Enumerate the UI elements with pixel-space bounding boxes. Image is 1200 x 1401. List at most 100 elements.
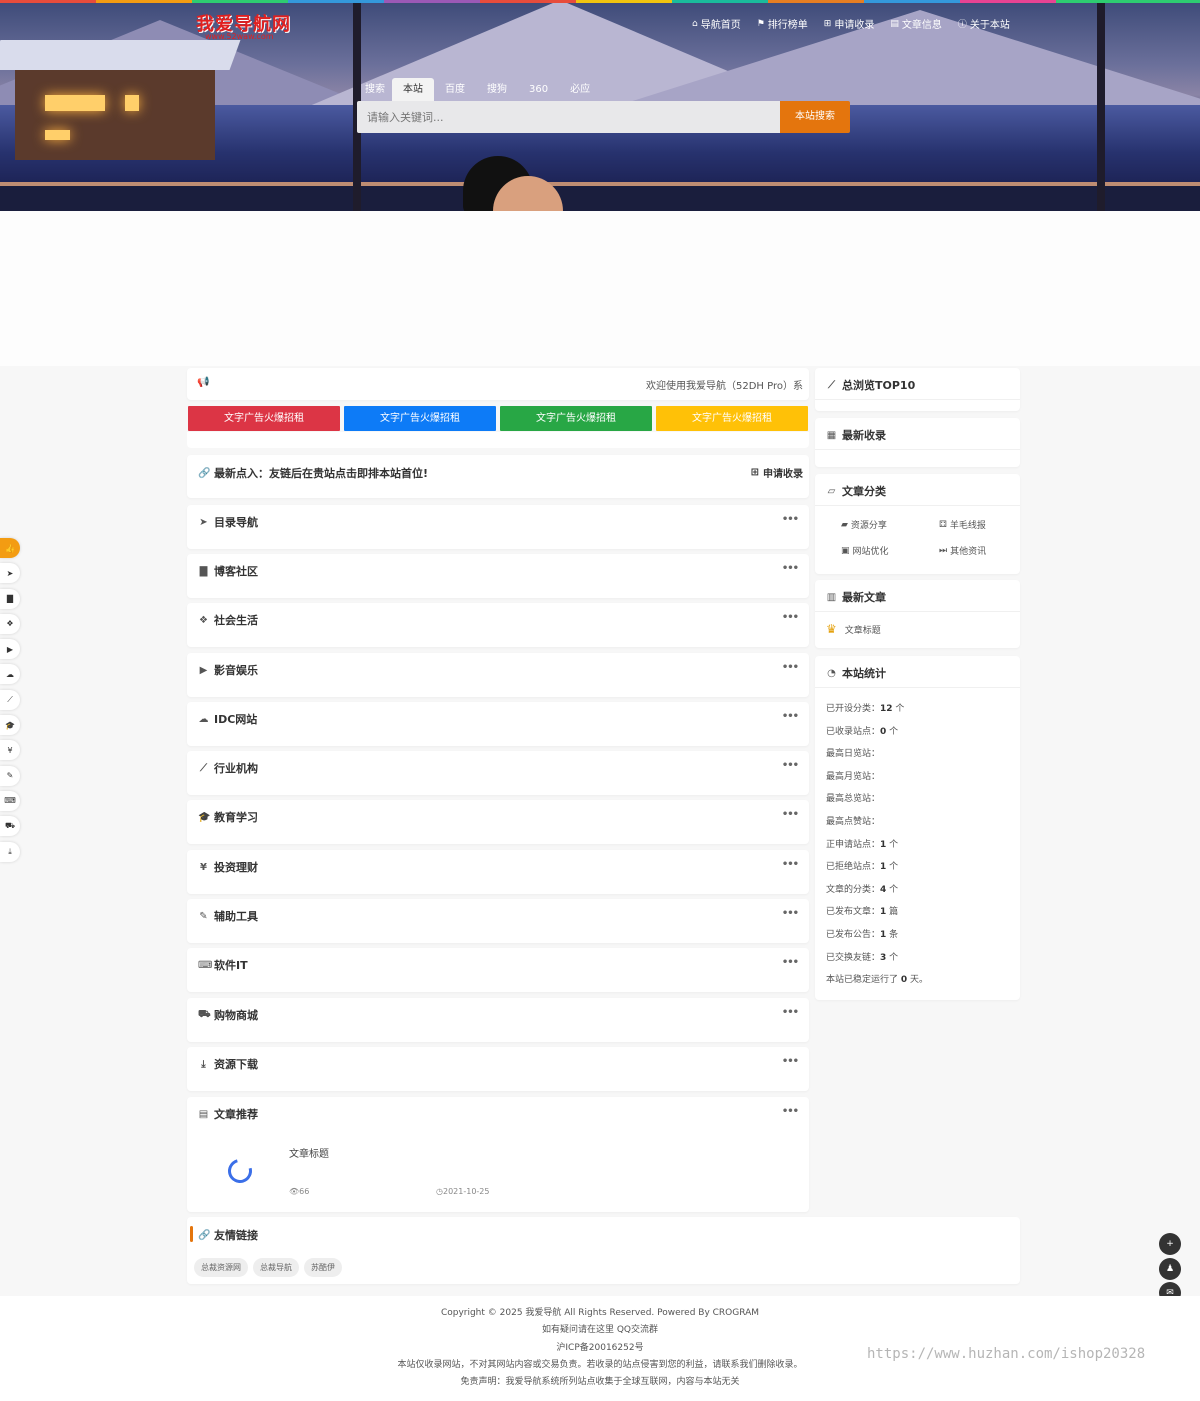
category-title[interactable]: 教育学习: [214, 809, 258, 825]
stat-row: 最高月览站：: [826, 771, 928, 794]
nav-item-label: 排行榜单: [767, 20, 808, 31]
file-icon[interactable]: ▇: [0, 588, 20, 609]
search-button[interactable]: 本站搜索: [780, 101, 850, 133]
stat-row: 文章的分类：4 个: [826, 884, 928, 907]
search-tab-4[interactable]: 必应: [559, 78, 601, 101]
more-icon[interactable]: •••: [782, 760, 799, 771]
category-header: ⤓ 资源下载: [198, 1056, 258, 1072]
footer-line-1: 如有疑问请在这里 QQ交流群: [541, 1325, 659, 1336]
search-tab-3[interactable]: 360: [518, 78, 559, 101]
stat-unit: 个: [886, 884, 899, 895]
more-icon[interactable]: •••: [782, 612, 799, 623]
youtube-icon[interactable]: ▶: [0, 639, 20, 660]
apply-listing-button[interactable]: ⊞ 申请收录: [751, 465, 803, 480]
graduation-cap-icon[interactable]: 🎓: [0, 715, 20, 736]
article-category-link[interactable]: ▰ 资源分享: [841, 518, 939, 532]
cubes-icon[interactable]: ❖: [0, 613, 20, 634]
nav-item-3[interactable]: ▤ 文章信息: [890, 16, 942, 32]
friend-link[interactable]: 苏酷伊: [304, 1258, 342, 1277]
more-icon[interactable]: •••: [782, 1106, 799, 1117]
more-icon[interactable]: •••: [782, 1007, 799, 1018]
footer-line-0: Copyright © 2025 我爱导航 All Rights Reserve…: [440, 1308, 760, 1318]
category-title[interactable]: 投资理财: [214, 859, 258, 875]
pie-chart-icon: ◔: [827, 667, 836, 679]
article-category-link[interactable]: ⏭ 其他资讯: [939, 544, 1019, 558]
category-title[interactable]: 购物商城: [214, 1007, 258, 1023]
stat-row: 已拒绝站点：1 个: [826, 861, 928, 884]
stat-row: 本站已稳定运行了 0 天。: [826, 974, 928, 997]
yen-icon: ¥: [200, 861, 207, 873]
stats-title: 本站统计: [842, 667, 886, 680]
sidebar-site-stats: ◔ 本站统计 已开设分类：12 个已收录站点：0 个最高日览站： 最高月览站： 最高总…: [815, 656, 1020, 1000]
category-icon: ▰: [841, 519, 848, 530]
more-icon[interactable]: •••: [782, 1056, 799, 1067]
search-tab-1[interactable]: 百度: [434, 78, 476, 101]
category-header: ✎ 辅助工具: [198, 908, 258, 924]
category-header: ❖ 社会生活: [198, 612, 258, 628]
more-icon[interactable]: •••: [782, 563, 799, 574]
download-icon[interactable]: ⤓: [0, 841, 20, 862]
more-icon[interactable]: •••: [782, 809, 799, 820]
category-title[interactable]: 资源下载: [214, 1056, 258, 1072]
megaphone-icon: 📢: [197, 377, 210, 388]
nav-item-4[interactable]: ⓘ 关于本站: [958, 16, 1010, 31]
loading-spinner-icon: [223, 1154, 257, 1188]
cloud-icon[interactable]: ☁: [0, 664, 20, 685]
friend-link[interactable]: 总裁资源网: [194, 1258, 248, 1277]
sidebar-top10: ⟋ 总浏览TOP10: [815, 368, 1020, 411]
yen-icon[interactable]: ¥: [0, 740, 20, 761]
wrench-icon: ✎: [199, 910, 208, 922]
qq-icon[interactable]: ♟: [1159, 1257, 1181, 1280]
article-category-link[interactable]: ▣ 网站优化: [841, 544, 939, 558]
category-title[interactable]: 辅助工具: [214, 908, 258, 924]
category-card: ⌨ 软件IT •••: [187, 948, 809, 992]
nav-item-1[interactable]: ⚑ 排行榜单: [757, 16, 808, 32]
friend-link[interactable]: 总裁导航: [253, 1258, 299, 1277]
search-input[interactable]: [357, 101, 780, 133]
more-icon[interactable]: •••: [782, 908, 799, 919]
latest-article-link[interactable]: 文章标题: [845, 623, 881, 636]
site-logo-url: www.52waw.com: [205, 32, 274, 41]
more-icon[interactable]: •••: [782, 514, 799, 525]
cart-icon[interactable]: ⛟: [0, 816, 20, 837]
article-section-title: 文章推荐: [214, 1108, 258, 1121]
category-title[interactable]: 目录导航: [214, 514, 258, 530]
category-title[interactable]: 软件IT: [214, 957, 248, 973]
thumbs-up-icon[interactable]: 👍: [0, 538, 20, 558]
wrench-icon[interactable]: ✎: [0, 765, 20, 786]
category-header: ⟋ 行业机构: [198, 760, 258, 776]
more-icon[interactable]: •••: [782, 957, 799, 968]
ad-banner-2[interactable]: 文字广告火爆招租: [500, 406, 652, 431]
article-category-link[interactable]: ⚃ 羊毛线报: [939, 518, 1019, 532]
search-tab-0[interactable]: 本站: [392, 78, 434, 101]
stat-label: 已拒绝站点：: [826, 862, 881, 873]
nav-item-0[interactable]: ⌂ 导航首页: [692, 16, 741, 32]
category-title[interactable]: 行业机构: [214, 760, 258, 776]
plus-square-icon[interactable]: +: [1159, 1233, 1181, 1255]
search-tab-2[interactable]: 搜狗: [476, 78, 518, 101]
category-title[interactable]: 影音娱乐: [214, 662, 258, 678]
category-card: ✎ 辅助工具 •••: [187, 899, 809, 943]
line-chart-icon: ⟋: [828, 379, 835, 391]
more-icon[interactable]: •••: [782, 711, 799, 722]
ad-banner-3[interactable]: 文字广告火爆招租: [656, 406, 808, 431]
stat-label: 已开设分类：: [826, 704, 881, 714]
nav-item-2[interactable]: ⊞ 申请收录: [824, 16, 875, 32]
line-chart-icon[interactable]: ⟋: [0, 689, 20, 710]
sidebar-article-categories: ▱ 文章分类 ▰ 资源分享 ⚃ 羊毛线报 ▣ 网站优化 ⏭ 其他资讯: [815, 474, 1020, 574]
nav-item-label: 关于本站: [969, 20, 1010, 31]
article-title-link[interactable]: 文章标题: [289, 1145, 329, 1160]
category-title[interactable]: 博客社区: [214, 563, 258, 579]
category-card: ▇ 博客社区 •••: [187, 554, 809, 598]
ad-banner-1[interactable]: 文字广告火爆招租: [344, 406, 496, 431]
more-icon[interactable]: •••: [782, 859, 799, 870]
paper-plane-icon[interactable]: ➤: [0, 563, 20, 584]
category-title[interactable]: IDC网站: [214, 711, 257, 727]
newart-title: 最新文章: [842, 591, 886, 604]
keyboard-icon[interactable]: ⌨: [0, 790, 20, 811]
more-icon[interactable]: •••: [782, 662, 799, 673]
article-views-count: 66: [299, 1187, 310, 1196]
ad-banner-0[interactable]: 文字广告火爆招租: [188, 406, 340, 431]
stat-unit: 个: [886, 726, 899, 737]
category-title[interactable]: 社会生活: [214, 612, 258, 628]
